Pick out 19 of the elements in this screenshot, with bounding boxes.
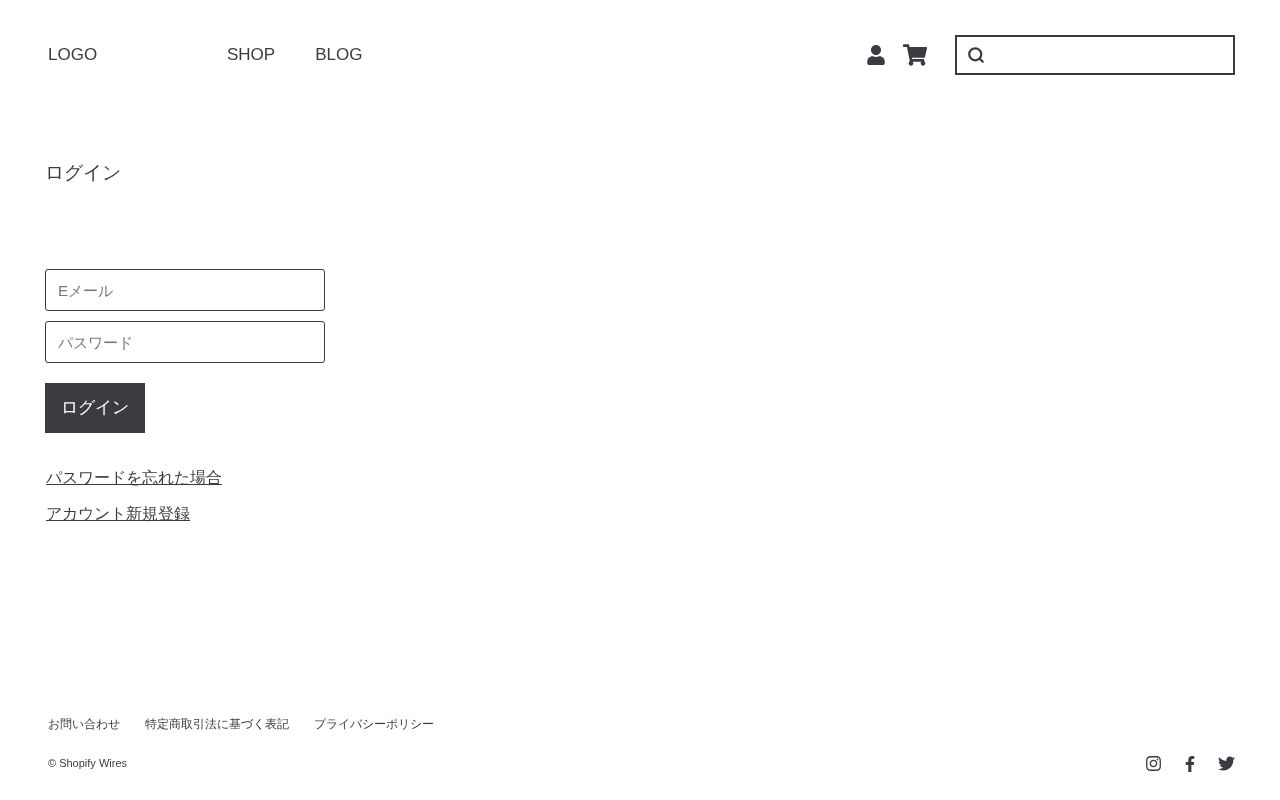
user-icon[interactable]: [867, 45, 885, 65]
search-field[interactable]: [955, 35, 1235, 75]
password-field[interactable]: パスワード: [45, 321, 325, 363]
twitter-icon[interactable]: [1218, 755, 1235, 772]
copyright-text: © Shopify Wires: [48, 756, 127, 772]
email-field[interactable]: Eメール: [45, 269, 325, 311]
nav-link[interactable]: BLOG: [315, 42, 363, 68]
nav-link[interactable]: SHOP: [227, 42, 276, 68]
footer-link[interactable]: お問い合わせ: [48, 715, 120, 733]
footer-link[interactable]: プライバシーポリシー: [314, 715, 434, 733]
account-link[interactable]: アカウント新規登録: [46, 503, 190, 525]
footer-link[interactable]: 特定商取引法に基づく表記: [145, 715, 289, 733]
instagram-icon[interactable]: [1145, 755, 1162, 772]
logo[interactable]: LOGO: [48, 42, 227, 68]
cart-icon[interactable]: [903, 44, 927, 66]
login-button[interactable]: ログイン: [45, 383, 145, 433]
page-title: ログイン: [45, 161, 122, 185]
search-icon: [967, 46, 985, 64]
account-link[interactable]: パスワードを忘れた場合: [46, 467, 222, 489]
